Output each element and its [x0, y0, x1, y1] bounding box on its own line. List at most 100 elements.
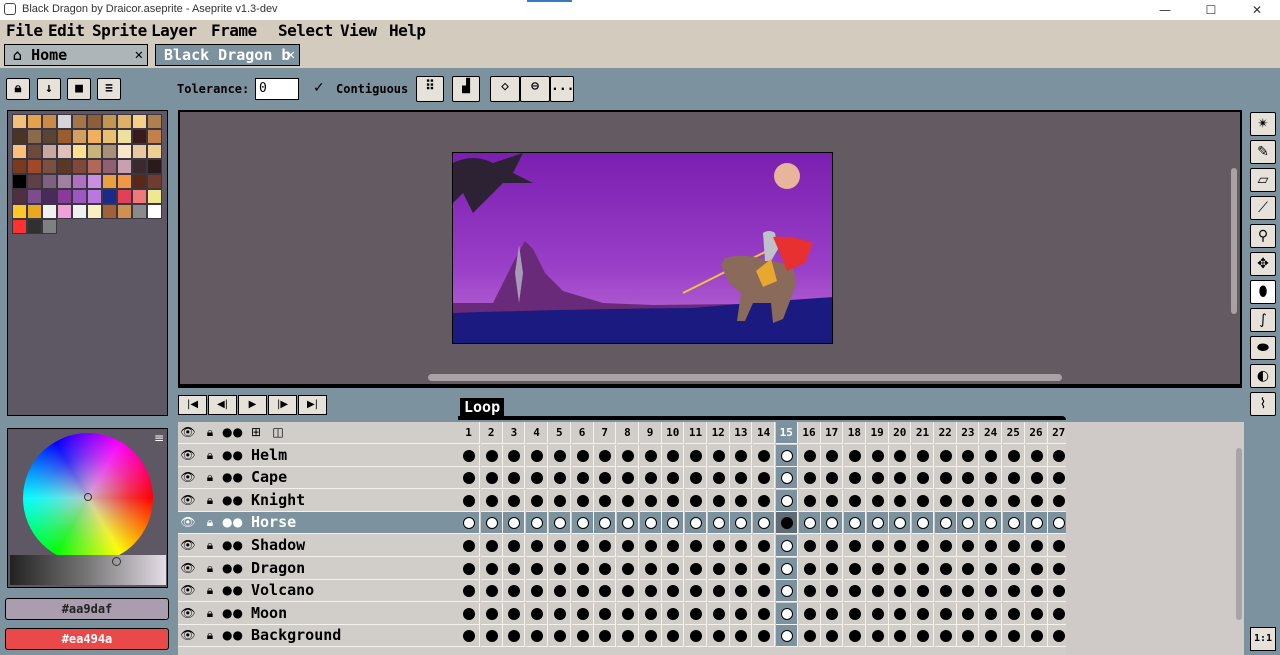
- cel[interactable]: [775, 625, 798, 648]
- palette-swatch[interactable]: [102, 159, 117, 174]
- tab-document-close-icon[interactable]: ✕: [287, 45, 295, 65]
- palette-swatch[interactable]: [117, 114, 132, 129]
- cel[interactable]: [480, 467, 503, 490]
- frame-header[interactable]: 9: [639, 422, 662, 444]
- frame-header[interactable]: 24: [980, 422, 1003, 444]
- palette-swatch[interactable]: [72, 114, 87, 129]
- cel[interactable]: [616, 602, 639, 625]
- cel[interactable]: [480, 534, 503, 557]
- fill-tool[interactable]: ⬮: [1250, 280, 1276, 304]
- layer-row[interactable]: 👁︎ 🔒︎ ●● Shadow: [178, 534, 1071, 557]
- layer-header-cell[interactable]: 👁︎ 🔒︎ ●● Shadow: [178, 534, 458, 557]
- cel[interactable]: [821, 534, 844, 557]
- layer-row[interactable]: 👁︎ 🔒︎ ●● Horse: [178, 512, 1071, 535]
- cel[interactable]: [616, 534, 639, 557]
- cel[interactable]: [548, 467, 571, 490]
- cel[interactable]: [775, 580, 798, 603]
- layer-name[interactable]: Background: [251, 626, 341, 644]
- menu-help[interactable]: Help: [389, 21, 426, 40]
- cel[interactable]: [957, 534, 980, 557]
- eye-icon[interactable]: 👁︎: [178, 606, 198, 620]
- palette-swatch[interactable]: [57, 204, 72, 219]
- palette-swatch[interactable]: [27, 219, 42, 234]
- continuous-icon[interactable]: ●●: [222, 515, 243, 529]
- cel[interactable]: [980, 580, 1003, 603]
- layer-name[interactable]: Horse: [251, 513, 296, 531]
- eye-icon[interactable]: 👁︎: [178, 628, 198, 642]
- cel[interactable]: [798, 467, 821, 490]
- palette-swatch[interactable]: [87, 189, 102, 204]
- palette-swatch[interactable]: [42, 219, 57, 234]
- horizontal-scrollbar[interactable]: [180, 372, 1240, 384]
- cel[interactable]: [1002, 444, 1025, 467]
- cel[interactable]: [912, 444, 934, 467]
- cel[interactable]: [980, 557, 1003, 580]
- timeline-scroll-thumb[interactable]: [1236, 448, 1242, 620]
- cel[interactable]: [503, 557, 526, 580]
- eye-icon[interactable]: 👁︎: [178, 538, 198, 552]
- zoom-tool[interactable]: ⚲: [1250, 224, 1276, 248]
- cel[interactable]: [912, 625, 934, 648]
- cel[interactable]: [1002, 580, 1025, 603]
- blur-tool[interactable]: ⌇: [1250, 392, 1276, 416]
- cel[interactable]: [526, 512, 549, 535]
- cel[interactable]: [639, 557, 662, 580]
- cel[interactable]: [843, 489, 866, 512]
- frame-header[interactable]: 3: [503, 422, 526, 444]
- continuous-icon[interactable]: ●●: [222, 538, 243, 552]
- cel[interactable]: [1025, 580, 1048, 603]
- frame-header[interactable]: 22: [934, 422, 957, 444]
- cel[interactable]: [662, 534, 685, 557]
- cel[interactable]: [616, 489, 639, 512]
- cel[interactable]: [526, 557, 549, 580]
- cel[interactable]: [571, 489, 594, 512]
- more-options-button[interactable]: ...: [550, 76, 574, 102]
- continuous-icon[interactable]: ●●: [222, 448, 243, 462]
- cel[interactable]: [480, 512, 503, 535]
- menu-layer[interactable]: Layer: [151, 21, 197, 40]
- magic-wand-tool[interactable]: ✴: [1250, 112, 1276, 136]
- cel[interactable]: [685, 602, 707, 625]
- cel[interactable]: [889, 534, 912, 557]
- palette-swatch[interactable]: [117, 159, 132, 174]
- layer-row[interactable]: 👁︎ 🔒︎ ●● Moon: [178, 602, 1071, 625]
- cel[interactable]: [753, 602, 776, 625]
- palette-swatch[interactable]: [72, 144, 87, 159]
- cel[interactable]: [616, 625, 639, 648]
- contour-tool[interactable]: ◐: [1250, 364, 1276, 388]
- cel[interactable]: [1002, 489, 1025, 512]
- palette-swatch[interactable]: [102, 204, 117, 219]
- layer-row[interactable]: 👁︎ 🔒︎ ●● Knight: [178, 489, 1071, 512]
- palette-swatch[interactable]: [57, 114, 72, 129]
- cel[interactable]: [843, 467, 866, 490]
- layer-name[interactable]: Moon: [251, 604, 287, 622]
- cel[interactable]: [843, 534, 866, 557]
- cel[interactable]: [616, 580, 639, 603]
- cel[interactable]: [753, 557, 776, 580]
- cel[interactable]: [934, 580, 957, 603]
- palette-swatch[interactable]: [12, 129, 27, 144]
- eye-icon[interactable]: 👁︎: [178, 583, 198, 597]
- frame-header[interactable]: 21: [912, 422, 934, 444]
- cel[interactable]: [594, 557, 617, 580]
- cel[interactable]: [730, 625, 753, 648]
- eyedropper-tool[interactable]: ⟋: [1250, 196, 1276, 220]
- cel[interactable]: [753, 489, 776, 512]
- eye-icon[interactable]: 👁︎: [178, 448, 198, 462]
- palette-swatch[interactable]: [117, 204, 132, 219]
- cel[interactable]: [934, 489, 957, 512]
- lock-icon[interactable]: 🔒︎: [200, 470, 220, 485]
- cel[interactable]: [1002, 557, 1025, 580]
- palette-swatch[interactable]: [87, 144, 102, 159]
- eye-icon[interactable]: 👁︎: [178, 561, 198, 575]
- cel[interactable]: [458, 580, 480, 603]
- frame-header[interactable]: 11: [685, 422, 707, 444]
- move-tool[interactable]: ✥: [1250, 252, 1276, 276]
- pencil-tool[interactable]: ✎: [1250, 140, 1276, 164]
- cel[interactable]: [753, 580, 776, 603]
- wheel-cursor[interactable]: [84, 493, 92, 501]
- cel[interactable]: [843, 557, 866, 580]
- cel[interactable]: [548, 512, 571, 535]
- cel[interactable]: [662, 580, 685, 603]
- cel[interactable]: [503, 444, 526, 467]
